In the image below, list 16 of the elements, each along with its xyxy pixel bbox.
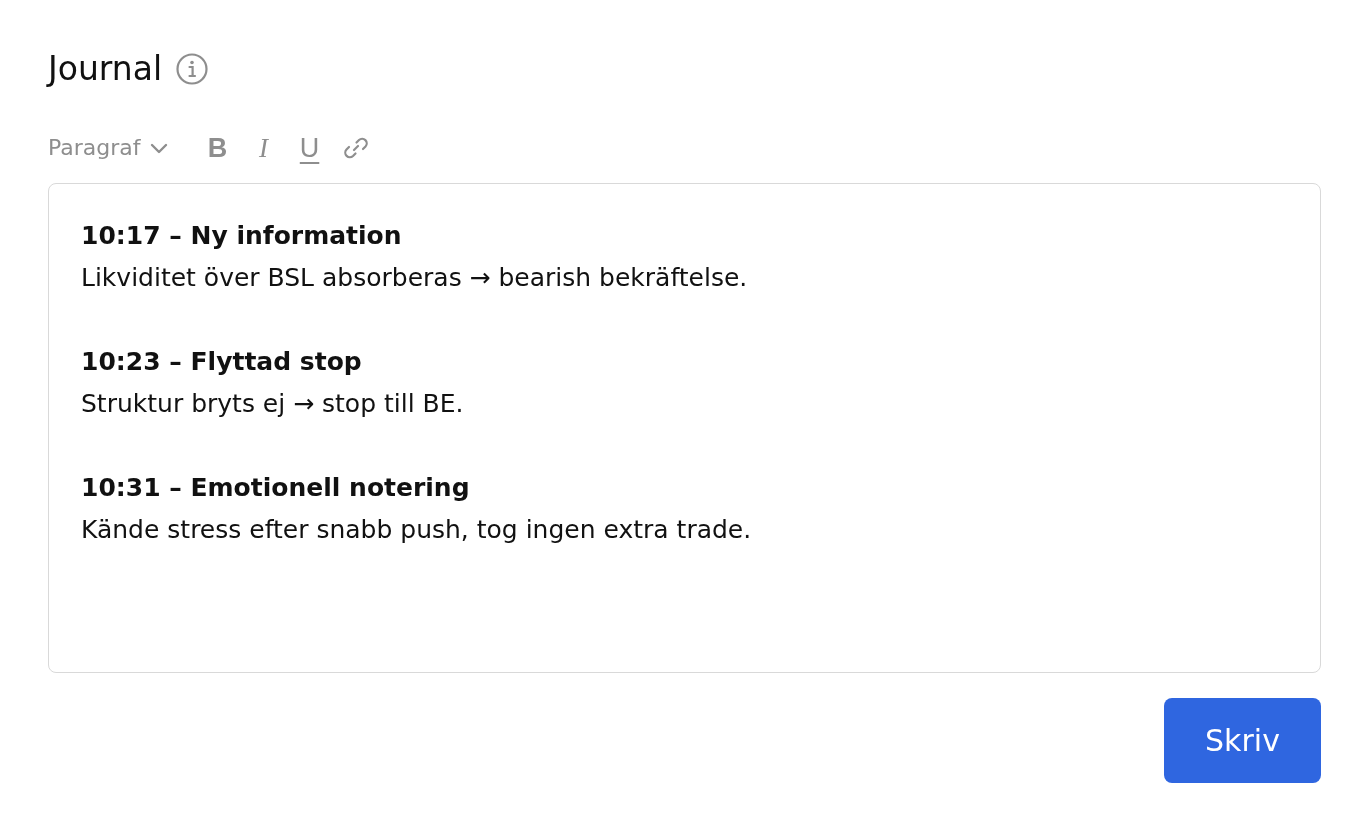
entry-text: Struktur bryts ej → stop till BE. (81, 388, 465, 420)
block-format-dropdown[interactable]: Paragraf (48, 133, 168, 163)
info-icon[interactable] (176, 53, 209, 85)
bold-button[interactable]: B (201, 130, 234, 166)
editor-field[interactable] (48, 183, 1321, 673)
underline-button[interactable]: U (293, 130, 326, 166)
chevron-down-icon (149, 142, 168, 154)
entry-heading: 10:31 – Emotionell notering (81, 472, 471, 504)
link-icon (342, 135, 369, 161)
entry-heading: 10:17 – Ny information (81, 220, 403, 252)
entry-heading: 10:23 – Flyttad stop (81, 346, 363, 378)
entry-text: Likviditet över BSL absorberas → bearish bekräftelse. (81, 262, 749, 294)
submit-button[interactable]: Skriv (1164, 698, 1321, 783)
journal-title: Journal (48, 49, 163, 89)
entry-text: Kände stress efter snabb push, tog ingen extra trade. (81, 514, 753, 546)
italic-button[interactable]: I (247, 130, 280, 166)
